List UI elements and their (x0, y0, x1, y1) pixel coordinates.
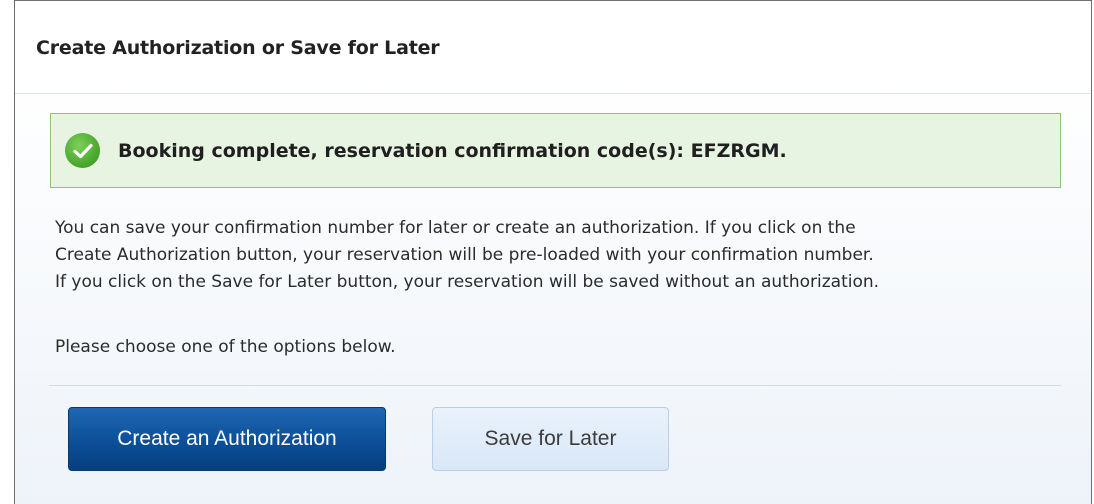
instructions-line-3: If you click on the Save for Later butto… (55, 272, 880, 292)
panel-title: Create Authorization or Save for Later (36, 37, 440, 59)
authorization-panel: Create Authorization or Save for Later B… (14, 0, 1092, 504)
success-alert: Booking complete, reservation confirmati… (50, 113, 1061, 188)
divider (49, 385, 1061, 386)
instructions-text: You can save your confirmation number fo… (55, 215, 1065, 296)
instructions-line-1: You can save your confirmation number fo… (55, 218, 856, 238)
save-for-later-button[interactable]: Save for Later (432, 407, 669, 471)
choose-option-prompt: Please choose one of the options below. (55, 337, 396, 357)
alert-message: Booking complete, reservation confirmati… (118, 139, 787, 162)
create-authorization-button[interactable]: Create an Authorization (68, 407, 386, 471)
checkmark-success-icon (65, 133, 100, 168)
instructions-line-2: Create Authorization button, your reserv… (55, 245, 874, 265)
